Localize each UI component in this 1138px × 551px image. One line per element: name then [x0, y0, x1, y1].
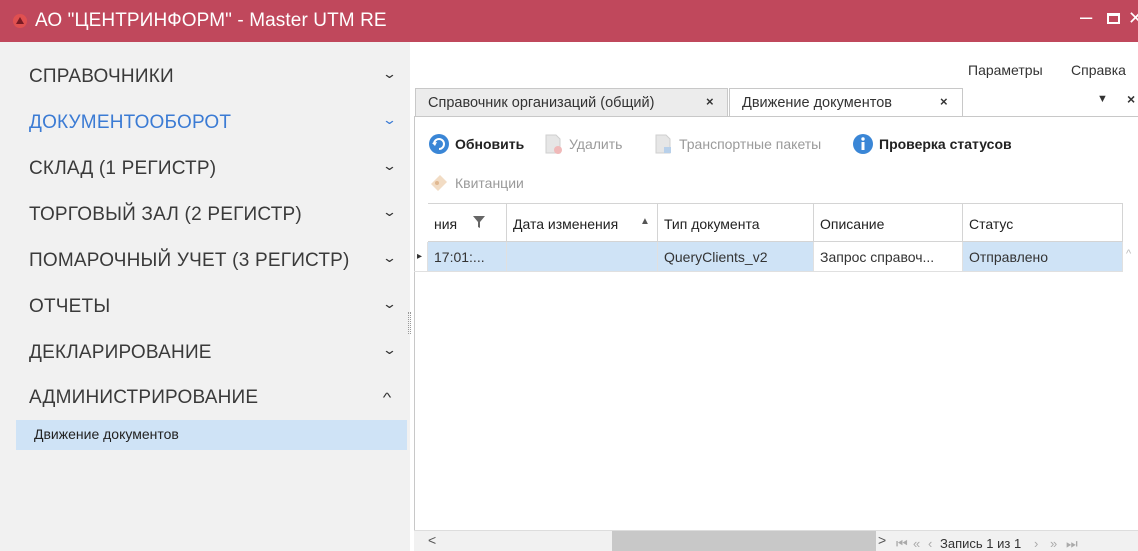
sidebar-item-label: СКЛАД (1 РЕГИСТР) — [29, 158, 217, 179]
title-bar: АО "ЦЕНТРИНФОРМ" - Master UTM RE – ✕ — [0, 0, 1138, 42]
refresh-label: Обновить — [455, 136, 525, 152]
tab-dvizhenie-dokumentov[interactable]: Движение документов × — [729, 88, 963, 117]
chevron-down-icon: ⌄ — [381, 66, 398, 81]
refresh-button[interactable]: Обновить — [428, 133, 524, 155]
maximize-button[interactable] — [1107, 13, 1120, 24]
sidebar-subitem-label: Движение документов — [34, 426, 179, 442]
info-icon — [853, 134, 873, 154]
cell-value: QueryClients_v2 — [664, 249, 768, 265]
scroll-up-icon[interactable]: ^ — [1126, 248, 1131, 260]
scroll-right-icon[interactable]: > — [878, 532, 886, 548]
sidebar-item-label: АДМИНИСТРИРОВАНИЕ — [29, 387, 259, 408]
scroll-left-icon[interactable]: < — [428, 532, 436, 548]
chevron-down-icon: ⌄ — [381, 158, 398, 173]
chevron-down-icon: ⌄ — [381, 296, 398, 311]
tab-list-dropdown-icon[interactable]: ▼ — [1097, 93, 1108, 105]
window-title: АО "ЦЕНТРИНФОРМ" - Master UTM RE — [35, 10, 387, 31]
close-window-button[interactable]: ✕ — [1128, 8, 1138, 29]
delete-document-icon — [545, 134, 562, 154]
pager-record-text: Запись 1 из 1 — [940, 536, 1022, 551]
cell-value: Запрос справоч... — [820, 249, 935, 265]
app-logo-icon — [13, 14, 27, 28]
next-record-icon[interactable]: › — [1034, 536, 1038, 551]
sidebar-item-label: СПРАВОЧНИКИ — [29, 66, 174, 87]
sidebar-item-label: ПОМАРОЧНЫЙ УЧЕТ (3 РЕГИСТР) — [29, 250, 350, 271]
check-status-label: Проверка статусов — [879, 136, 1012, 152]
column-header-description[interactable]: Описание — [814, 203, 963, 242]
close-all-tabs-icon[interactable]: × — [1127, 91, 1135, 107]
receipts-button[interactable]: Квитанции — [428, 172, 524, 194]
transport-packages-button[interactable]: Транспортные пакеты — [652, 133, 821, 155]
prev-record-icon[interactable]: ‹ — [928, 536, 932, 551]
tab-spravochnik-organizatsii[interactable]: Справочник организаций (общий) × — [415, 88, 728, 117]
tab-bar: Справочник организаций (общий) × Движени… — [414, 88, 1138, 117]
chevron-down-icon: ⌄ — [381, 342, 398, 357]
sidebar-item-administrirovanie[interactable]: АДМИНИСТРИРОВАНИЕ ^ — [0, 375, 410, 419]
sidebar-item-otchety[interactable]: ОТЧЕТЫ ⌄ — [0, 284, 410, 328]
column-header-label: Дата изменения — [513, 216, 619, 232]
cell-changed[interactable] — [507, 242, 658, 272]
cell-status[interactable]: Отправлено — [963, 242, 1123, 272]
splitter-handle[interactable] — [408, 312, 411, 334]
sidebar-item-label: ОТЧЕТЫ — [29, 296, 111, 317]
column-header-label: Описание — [820, 216, 885, 232]
chevron-down-icon: ⌄ — [381, 250, 398, 265]
receipt-icon — [431, 175, 447, 191]
tab-label: Справочник организаций (общий) — [428, 95, 655, 111]
sidebar-subitem-dvizhenie-dokumentov[interactable]: Движение документов — [16, 420, 407, 450]
prev-page-icon[interactable]: « — [913, 536, 920, 551]
filter-icon[interactable] — [472, 215, 486, 229]
close-tab-icon[interactable]: × — [940, 94, 948, 109]
documents-grid: ния Дата изменения ▲ Тип документа Описа… — [414, 203, 1138, 551]
close-tab-icon[interactable]: × — [706, 94, 714, 109]
sidebar-item-label: ТОРГОВЫЙ ЗАЛ (2 РЕГИСТР) — [29, 204, 302, 225]
sidebar-item-spravochniki[interactable]: СПРАВОЧНИКИ ⌄ — [0, 54, 410, 98]
delete-label: Удалить — [569, 136, 623, 152]
cell-description[interactable]: Запрос справоч... — [814, 242, 963, 272]
column-header-changed[interactable]: Дата изменения ▲ — [507, 203, 658, 242]
last-page-icon[interactable]: ⏭ — [1066, 536, 1078, 551]
sidebar-item-sklad[interactable]: СКЛАД (1 РЕГИСТР) ⌄ — [0, 146, 410, 190]
refresh-icon — [429, 134, 449, 154]
chevron-down-icon: ⌄ — [381, 204, 398, 219]
cell-value: 17:01:... — [434, 249, 485, 265]
column-header-label: Тип документа — [664, 216, 760, 232]
menu-parameters[interactable]: Параметры — [968, 62, 1043, 78]
cell-doc-type[interactable]: QueryClients_v2 — [658, 242, 814, 272]
cell-value: Отправлено — [969, 249, 1049, 265]
next-page-icon[interactable]: » — [1050, 536, 1057, 551]
table-row[interactable]: ▸ 17:01:... QueryClients_v2 Запрос справ… — [414, 242, 1138, 272]
first-page-icon[interactable]: ⏮ — [896, 536, 908, 551]
column-header-label: Статус — [969, 216, 1014, 232]
column-header-label: ния — [434, 216, 458, 232]
sidebar: СПРАВОЧНИКИ ⌄ ДОКУМЕНТООБОРОТ ⌄ СКЛАД (1… — [0, 42, 410, 551]
minimize-button[interactable]: – — [1080, 4, 1092, 30]
sidebar-item-torgovyi-zal[interactable]: ТОРГОВЫЙ ЗАЛ (2 РЕГИСТР) ⌄ — [0, 192, 410, 236]
column-header-status[interactable]: Статус — [963, 203, 1123, 242]
menu-help[interactable]: Справка — [1071, 62, 1126, 78]
column-header-doc-type[interactable]: Тип документа — [658, 203, 814, 242]
sidebar-item-label: ДЕКЛАРИРОВАНИЕ — [29, 342, 212, 363]
sidebar-item-dokumentooborot[interactable]: ДОКУМЕНТООБОРОТ ⌄ — [0, 100, 410, 144]
delete-button[interactable]: Удалить — [542, 133, 622, 155]
row-marker-icon: ▸ — [417, 251, 423, 262]
check-status-button[interactable]: Проверка статусов — [852, 133, 1012, 155]
chevron-up-icon: ^ — [382, 390, 392, 405]
transport-package-icon — [655, 134, 671, 154]
receipts-label: Квитанции — [455, 175, 524, 191]
sidebar-item-label: ДОКУМЕНТООБОРОТ — [29, 112, 232, 133]
transport-packages-label: Транспортные пакеты — [679, 136, 822, 152]
sidebar-item-deklarirovanie[interactable]: ДЕКЛАРИРОВАНИЕ ⌄ — [0, 330, 410, 374]
row-indicator: ▸ — [414, 242, 428, 272]
tab-label: Движение документов — [742, 95, 892, 111]
column-header-date[interactable]: ния — [428, 203, 507, 242]
chevron-down-icon: ⌄ — [381, 112, 398, 127]
cell-time[interactable]: 17:01:... — [428, 242, 507, 272]
sort-ascending-icon: ▲ — [640, 216, 650, 227]
scrollbar-thumb[interactable] — [612, 531, 876, 551]
sidebar-item-pomarochnyi-uchet[interactable]: ПОМАРОЧНЫЙ УЧЕТ (3 РЕГИСТР) ⌄ — [0, 238, 410, 282]
